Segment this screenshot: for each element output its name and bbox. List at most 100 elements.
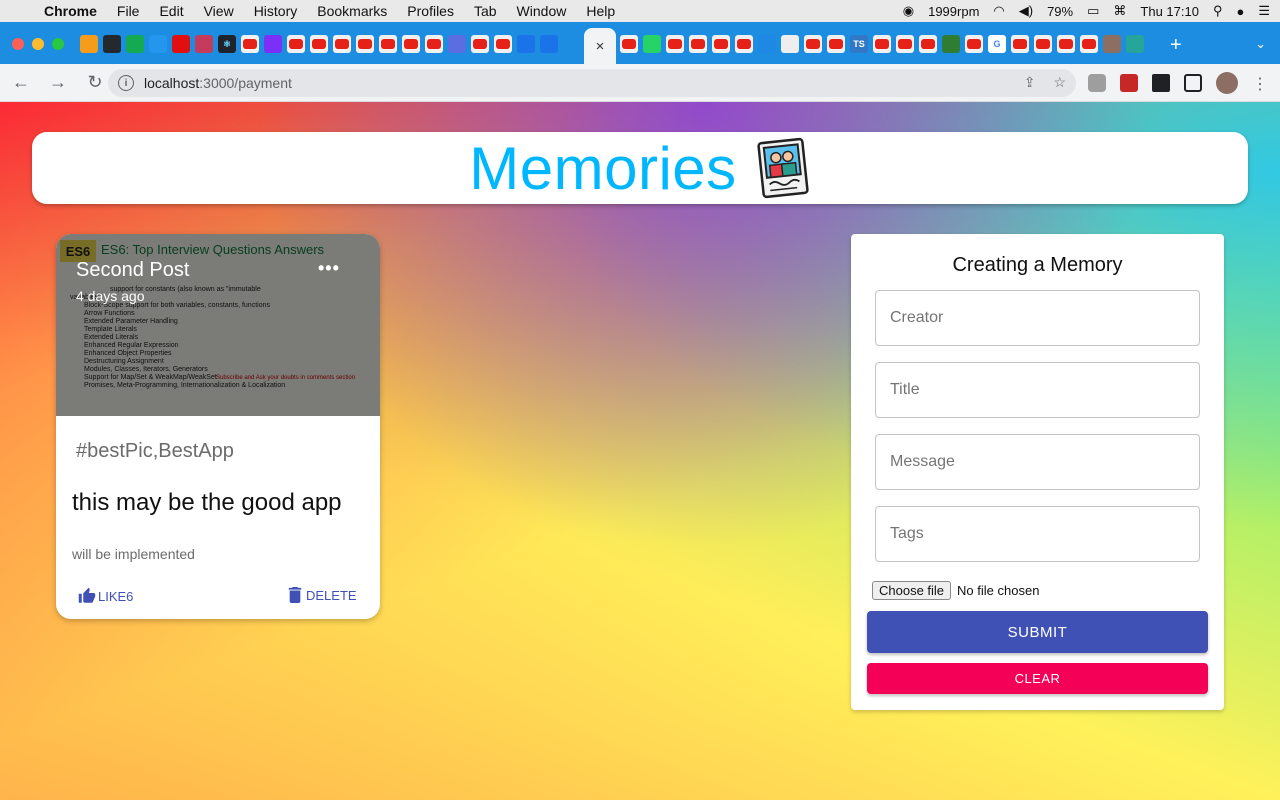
- menu-window[interactable]: Window: [507, 3, 577, 19]
- post-title: Second Post: [76, 259, 190, 281]
- menu-app-name[interactable]: Chrome: [40, 3, 107, 19]
- creator-input[interactable]: Creator: [875, 290, 1200, 346]
- menu-edit[interactable]: Edit: [149, 3, 193, 19]
- app-title: Memories: [469, 134, 737, 202]
- share-icon[interactable]: ⇪: [1024, 74, 1036, 91]
- profile-avatar[interactable]: [1216, 72, 1238, 94]
- menu-file[interactable]: File: [107, 3, 150, 19]
- choose-file-button[interactable]: Choose file: [872, 581, 952, 600]
- tab-favicon-youtube[interactable]: [666, 35, 684, 53]
- tab-favicon-mongodb[interactable]: [126, 35, 144, 53]
- tab-favicon-app[interactable]: [195, 35, 213, 53]
- tab-favicon-youtube[interactable]: [402, 35, 420, 53]
- tab-favicon-typescript[interactable]: TS: [850, 35, 868, 53]
- menu-bookmarks[interactable]: Bookmarks: [307, 3, 397, 19]
- kebab-menu-icon[interactable]: ⋮: [1252, 74, 1268, 93]
- spotlight-search-icon[interactable]: ⚲: [1213, 3, 1223, 19]
- close-tab-icon[interactable]: ×: [596, 38, 605, 55]
- menu-help[interactable]: Help: [576, 3, 625, 19]
- tab-favicon-youtube[interactable]: [873, 35, 891, 53]
- tab-favicon-youtube[interactable]: [827, 35, 845, 53]
- tab-favicon-youtube[interactable]: [896, 35, 914, 53]
- tab-favicon-youtube[interactable]: [241, 35, 259, 53]
- tab-favicon-docker[interactable]: [149, 35, 167, 53]
- url-host: localhost: [144, 75, 200, 91]
- tab-favicon-globe[interactable]: [517, 35, 535, 53]
- extension-cube-icon[interactable]: [1088, 74, 1106, 92]
- tab-favicon-app[interactable]: [758, 35, 776, 53]
- forward-arrow-icon[interactable]: →: [42, 72, 74, 93]
- submit-button[interactable]: SUBMIT: [867, 611, 1208, 653]
- memories-logo-icon: [757, 137, 809, 199]
- tab-favicon-youtube[interactable]: [287, 35, 305, 53]
- tab-favicon-youtube[interactable]: [471, 35, 489, 53]
- keyboard-icon[interactable]: ⌘: [1113, 3, 1126, 19]
- menu-history[interactable]: History: [244, 3, 308, 19]
- menu-view[interactable]: View: [194, 3, 244, 19]
- form-heading: Creating a Memory: [952, 254, 1123, 276]
- like-button[interactable]: LIKE6: [78, 587, 133, 605]
- message-input[interactable]: Message: [875, 434, 1200, 490]
- tab-favicon-youtube[interactable]: [620, 35, 638, 53]
- tab-favicon-app[interactable]: [448, 35, 466, 53]
- extensions-puzzle-icon[interactable]: [1152, 74, 1170, 92]
- back-arrow-icon[interactable]: ←: [5, 72, 37, 93]
- tab-favicon-youtube[interactable]: [333, 35, 351, 53]
- volume-icon[interactable]: ◀): [1019, 3, 1033, 19]
- tab-favicon-youtube[interactable]: [310, 35, 328, 53]
- tab-favicon-youtube[interactable]: [919, 35, 937, 53]
- wifi-icon[interactable]: ◠: [993, 3, 1004, 19]
- tab-favicon-crown[interactable]: [264, 35, 282, 53]
- tab-favicon-youtube[interactable]: [425, 35, 443, 53]
- tab-favicon-youtube[interactable]: [379, 35, 397, 53]
- active-tab[interactable]: ×: [584, 28, 616, 64]
- menu-profiles[interactable]: Profiles: [397, 3, 464, 19]
- tab-favicon-youtube[interactable]: [689, 35, 707, 53]
- tab-favicon-youtube[interactable]: [356, 35, 374, 53]
- tab-favicon-app[interactable]: [1126, 35, 1144, 53]
- close-window-button[interactable]: [12, 38, 24, 50]
- more-options-icon[interactable]: •••: [318, 258, 340, 279]
- side-panel-icon[interactable]: [1184, 74, 1202, 92]
- battery-icon[interactable]: ▭: [1087, 3, 1099, 19]
- tab-favicon-youtube[interactable]: [804, 35, 822, 53]
- tab-favicon-app[interactable]: [172, 35, 190, 53]
- minimize-window-button[interactable]: [32, 38, 44, 50]
- title-input[interactable]: Title: [875, 362, 1200, 418]
- tab-favicon-youtube[interactable]: [1080, 35, 1098, 53]
- tab-favicon-youtube[interactable]: [965, 35, 983, 53]
- tab-favicon-app[interactable]: [781, 35, 799, 53]
- menu-tab[interactable]: Tab: [464, 3, 507, 19]
- clock[interactable]: Thu 17:10: [1140, 4, 1199, 19]
- tab-favicon-app[interactable]: [643, 35, 661, 53]
- tab-favicon-youtube[interactable]: [1011, 35, 1029, 53]
- reload-icon[interactable]: ↻: [79, 72, 111, 93]
- tab-favicon-app[interactable]: [1103, 35, 1121, 53]
- clear-button[interactable]: CLEAR: [867, 663, 1208, 694]
- control-center-icon[interactable]: ☰: [1258, 3, 1270, 19]
- extension-icon[interactable]: [1120, 74, 1138, 92]
- zoom-window-button[interactable]: [52, 38, 64, 50]
- tab-favicon-app[interactable]: [942, 35, 960, 53]
- tab-search-chevron-icon[interactable]: ⌄: [1255, 36, 1266, 52]
- tab-favicon-google[interactable]: G: [988, 35, 1006, 53]
- siri-icon[interactable]: ●: [1236, 4, 1244, 19]
- tab-favicon-github[interactable]: [103, 35, 121, 53]
- tab-favicon-youtube[interactable]: [712, 35, 730, 53]
- tab-favicon-firebase[interactable]: [80, 35, 98, 53]
- fan-icon[interactable]: ◉: [903, 3, 914, 19]
- tab-favicon-youtube[interactable]: [1057, 35, 1075, 53]
- delete-button[interactable]: DELETE: [288, 587, 357, 603]
- tags-input[interactable]: Tags: [875, 506, 1200, 562]
- tab-favicon-react[interactable]: ⚛: [218, 35, 236, 53]
- new-tab-button[interactable]: +: [1170, 34, 1182, 57]
- tab-favicon-youtube[interactable]: [1034, 35, 1052, 53]
- thumb-up-icon: [78, 587, 96, 603]
- bookmark-star-icon[interactable]: ☆: [1053, 74, 1066, 91]
- window-controls: [12, 38, 64, 50]
- site-info-icon[interactable]: i: [118, 75, 134, 91]
- address-bar[interactable]: i localhost:3000/payment ⇪ ☆: [108, 69, 1076, 97]
- tab-favicon-youtube[interactable]: [735, 35, 753, 53]
- tab-favicon-youtube[interactable]: [494, 35, 512, 53]
- tab-favicon-globe[interactable]: [540, 35, 558, 53]
